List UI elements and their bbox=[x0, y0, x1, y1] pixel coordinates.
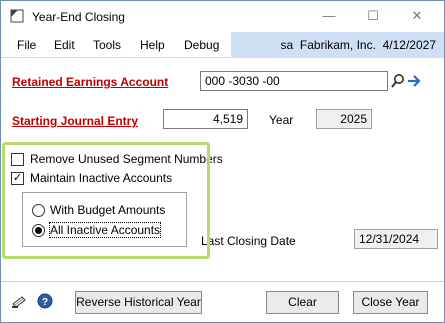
app-window-icon bbox=[10, 9, 24, 23]
menu-debug[interactable]: Debug bbox=[184, 38, 219, 52]
company-name: Fabrikam, Inc. bbox=[299, 38, 376, 52]
svg-text:?: ? bbox=[42, 297, 48, 308]
title-bar: Year-End Closing — ☐ ✕ bbox=[1, 1, 444, 32]
reverse-historical-year-button[interactable]: Reverse Historical Year bbox=[75, 291, 202, 314]
window-title: Year-End Closing bbox=[32, 10, 125, 24]
close-year-button[interactable]: Close Year bbox=[353, 291, 428, 314]
minimize-button[interactable]: — bbox=[314, 5, 344, 27]
last-closing-date-field: 12/31/2024 bbox=[354, 229, 438, 249]
menu-bar: File Edit Tools Help Debug sa Fabrikam, … bbox=[1, 32, 444, 58]
year-label: Year bbox=[269, 113, 294, 127]
starting-journal-entry-field[interactable]: 4,519 bbox=[163, 109, 248, 129]
menu-file[interactable]: File bbox=[17, 38, 36, 52]
menu-help[interactable]: Help bbox=[140, 38, 165, 52]
close-window-button[interactable]: ✕ bbox=[402, 5, 432, 27]
retained-earnings-field[interactable]: 000 -3030 -00 bbox=[200, 71, 388, 91]
note-icon[interactable] bbox=[11, 293, 27, 309]
footer-bar: ? Reverse Historical Year Clear Close Ye… bbox=[1, 281, 444, 322]
help-icon[interactable]: ? bbox=[37, 293, 53, 309]
year-end-closing-window: Year-End Closing — ☐ ✕ File Edit Tools H… bbox=[0, 0, 445, 323]
highlight-annotation bbox=[2, 142, 210, 259]
user-name: sa bbox=[280, 38, 294, 52]
last-closing-date-label: Last Closing Date bbox=[201, 234, 296, 248]
user-company-date: sa Fabrikam, Inc. 4/12/2027 bbox=[281, 38, 436, 52]
menu-tools[interactable]: Tools bbox=[93, 38, 121, 52]
year-field: 2025 bbox=[316, 109, 372, 129]
blue-arrow-icon[interactable] bbox=[406, 73, 422, 89]
magnifier-icon[interactable] bbox=[390, 73, 406, 89]
menu-edit[interactable]: Edit bbox=[54, 38, 75, 52]
retained-earnings-label[interactable]: Retained Earnings Account bbox=[12, 75, 168, 89]
user-date: 4/12/2027 bbox=[382, 38, 436, 52]
user-company-bar: sa Fabrikam, Inc. 4/12/2027 bbox=[231, 32, 444, 58]
starting-journal-entry-label[interactable]: Starting Journal Entry bbox=[12, 114, 138, 128]
maximize-button[interactable]: ☐ bbox=[358, 5, 388, 27]
clear-button[interactable]: Clear bbox=[266, 291, 339, 314]
